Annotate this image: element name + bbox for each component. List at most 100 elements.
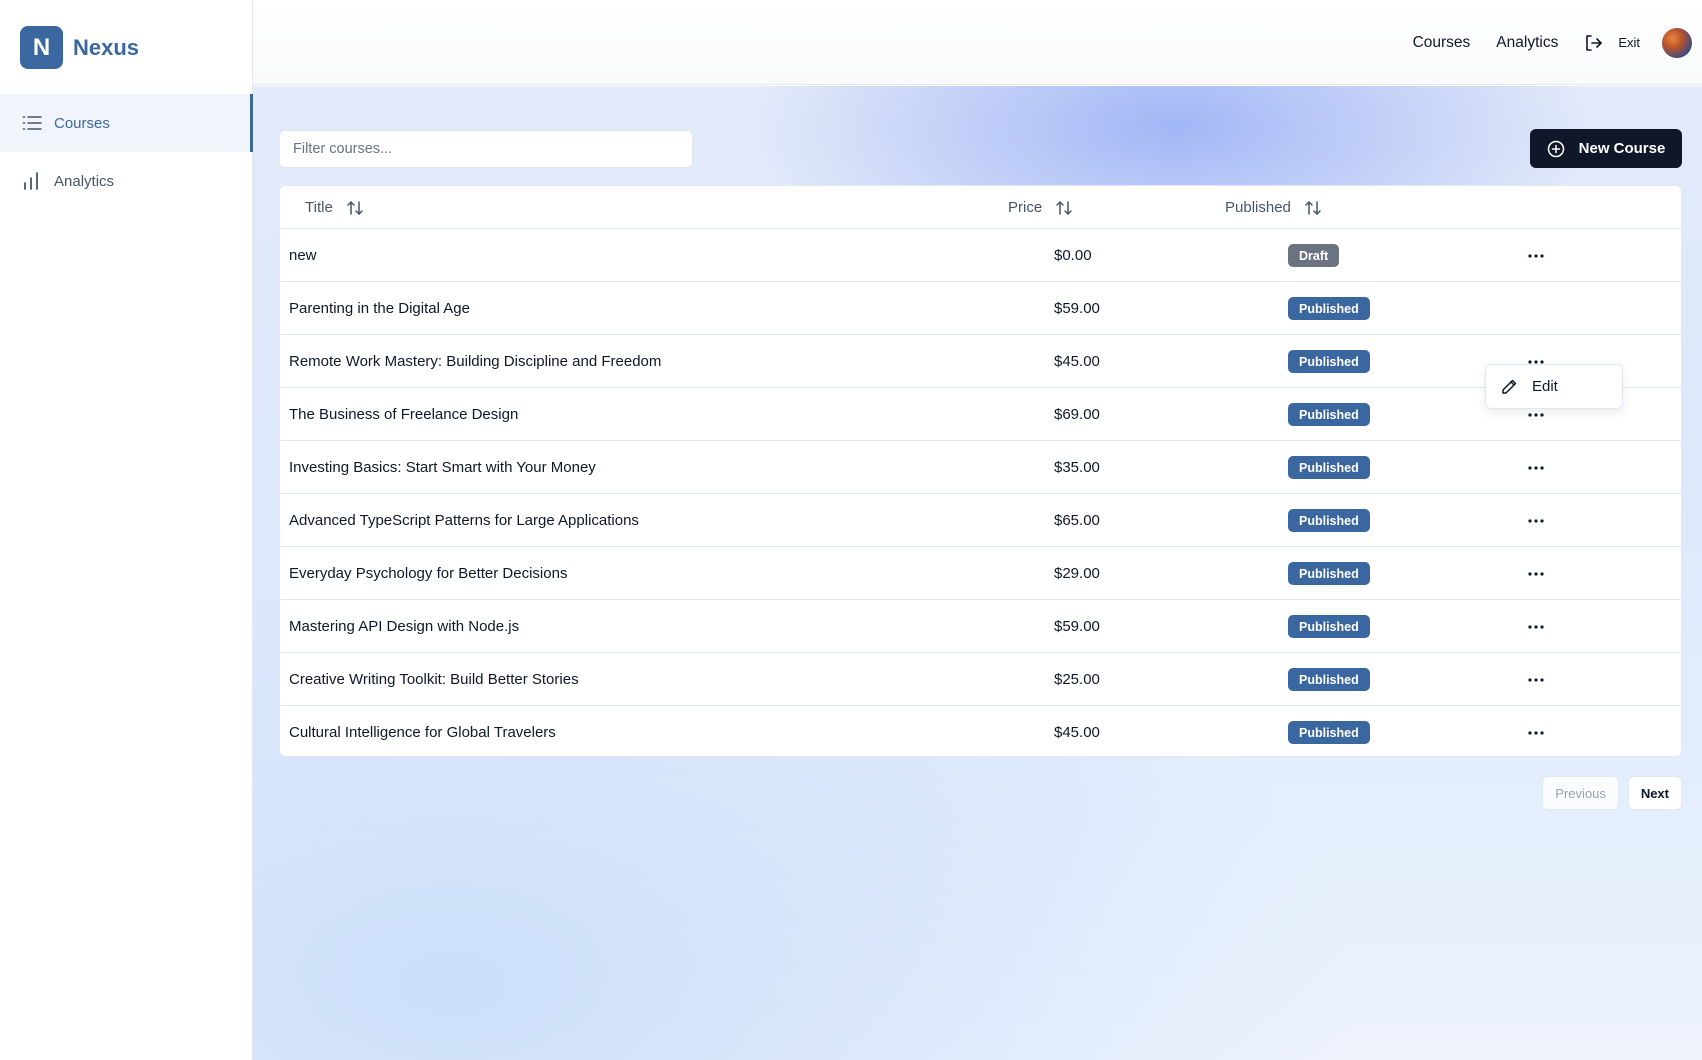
status-cell: Published	[1288, 706, 1370, 756]
course-title: Mastering API Design with Node.js	[289, 618, 520, 635]
table-row: Everyday Psychology for Better Decisions…	[280, 547, 1681, 600]
course-price: $45.00	[1054, 353, 1100, 370]
status-cell: Draft	[1288, 229, 1340, 282]
table-row: Advanced TypeScript Patterns for Large A…	[280, 494, 1681, 547]
table-row: Cultural Intelligence for Global Travele…	[280, 706, 1681, 756]
new-course-label: New Course	[1578, 140, 1666, 157]
column-label: Published	[1225, 199, 1291, 216]
brand[interactable]: N Nexus	[20, 26, 139, 69]
course-title: Parenting in the Digital Age	[289, 300, 470, 317]
top-header: Courses Analytics Exit	[253, 0, 1702, 85]
status-cell: Published	[1288, 282, 1370, 335]
sort-icon	[347, 200, 363, 216]
status-badge: Published	[1288, 350, 1370, 373]
column-header-price[interactable]: Price	[1008, 186, 1072, 229]
course-price: $65.00	[1054, 512, 1100, 529]
brand-logo: N	[20, 26, 63, 69]
plus-circle-icon	[1547, 140, 1565, 158]
status-cell: Published	[1288, 547, 1370, 600]
exit-label: Exit	[1618, 35, 1640, 50]
row-actions-button[interactable]	[1518, 600, 1554, 653]
column-label: Title	[305, 199, 333, 216]
status-badge: Published	[1288, 509, 1370, 532]
sidebar-item-courses[interactable]: Courses	[0, 94, 253, 152]
more-horizontal-icon	[1528, 571, 1544, 576]
sidebar-item-label: Courses	[54, 114, 110, 132]
course-title: new	[289, 247, 317, 264]
more-horizontal-icon	[1528, 359, 1544, 364]
list-icon	[22, 113, 42, 133]
table-header: Title Price Published	[280, 186, 1681, 229]
status-badge: Published	[1288, 668, 1370, 691]
course-title: Cultural Intelligence for Global Travele…	[289, 724, 556, 741]
course-title: Everyday Psychology for Better Decisions	[289, 565, 568, 582]
courses-table: Title Price Published new $0.00 Draft Pa…	[279, 185, 1682, 757]
course-price: $35.00	[1054, 459, 1100, 476]
sidebar-item-analytics[interactable]: Analytics	[0, 152, 253, 210]
header-link-analytics[interactable]: Analytics	[1496, 34, 1558, 52]
more-horizontal-icon	[1528, 253, 1544, 258]
course-title: Creative Writing Toolkit: Build Better S…	[289, 671, 579, 688]
row-actions-button[interactable]	[1518, 547, 1554, 600]
more-horizontal-icon	[1528, 624, 1544, 629]
course-price: $0.00	[1054, 247, 1092, 264]
row-actions-button[interactable]	[1518, 706, 1554, 756]
course-price: $59.00	[1054, 300, 1100, 317]
status-badge: Published	[1288, 297, 1370, 320]
status-cell: Published	[1288, 494, 1370, 547]
status-badge: Published	[1288, 615, 1370, 638]
more-horizontal-icon	[1528, 412, 1544, 417]
row-actions-button[interactable]	[1518, 441, 1554, 494]
pagination: Previous Next	[1542, 776, 1682, 810]
row-actions-button[interactable]	[1518, 653, 1554, 706]
more-horizontal-icon	[1528, 730, 1544, 735]
course-title: Advanced TypeScript Patterns for Large A…	[289, 512, 639, 529]
header-nav: Courses Analytics Exit	[1413, 0, 1702, 85]
filter-input[interactable]	[279, 130, 693, 168]
sidebar-item-label: Analytics	[54, 172, 115, 190]
status-cell: Published	[1288, 441, 1370, 494]
course-title: The Business of Freelance Design	[289, 406, 519, 423]
exit-button[interactable]: Exit	[1584, 34, 1640, 52]
bar-chart-icon	[22, 171, 42, 191]
course-price: $69.00	[1054, 406, 1100, 423]
brand-name: Nexus	[73, 34, 140, 60]
course-title: Investing Basics: Start Smart with Your …	[289, 459, 596, 476]
row-actions-button[interactable]	[1518, 229, 1554, 282]
next-page-button[interactable]: Next	[1627, 776, 1682, 810]
status-badge: Published	[1288, 456, 1370, 479]
table-row: Parenting in the Digital Age $59.00 Publis…	[280, 282, 1681, 335]
avatar[interactable]	[1662, 27, 1692, 58]
logout-icon	[1584, 34, 1603, 52]
row-actions-button[interactable]	[1518, 494, 1554, 547]
status-cell: Published	[1288, 653, 1370, 706]
table-row: Creative Writing Toolkit: Build Better S…	[280, 653, 1681, 706]
previous-page-button[interactable]: Previous	[1542, 776, 1619, 810]
more-horizontal-icon	[1528, 677, 1544, 682]
table-row: new $0.00 Draft	[280, 229, 1681, 282]
column-label: Price	[1008, 199, 1043, 216]
table-row: Investing Basics: Start Smart with Your …	[280, 441, 1681, 494]
status-badge: Published	[1288, 562, 1370, 585]
new-course-button[interactable]: New Course	[1530, 129, 1682, 168]
status-badge: Published	[1288, 403, 1370, 426]
course-title: Remote Work Mastery: Building Discipline…	[289, 353, 662, 370]
table-body: new $0.00 Draft Parenting in the Digital Ag…	[280, 229, 1681, 756]
main-content: New Course Title Price	[253, 86, 1702, 1060]
course-price: $45.00	[1054, 724, 1100, 741]
column-header-published[interactable]: Published	[1225, 186, 1321, 229]
sort-icon	[1056, 200, 1072, 216]
more-horizontal-icon	[1528, 465, 1544, 470]
status-cell: Published	[1288, 335, 1370, 388]
column-header-title[interactable]: Title	[305, 186, 363, 229]
status-cell: Published	[1288, 388, 1370, 441]
row-action-menu: Edit	[1485, 364, 1623, 409]
more-horizontal-icon	[1528, 518, 1544, 523]
course-price: $25.00	[1054, 671, 1100, 688]
course-price: $59.00	[1054, 618, 1100, 635]
table-row: Remote Work Mastery: Building Discipline…	[280, 335, 1681, 388]
table-row: Mastering API Design with Node.js $59.00 P…	[280, 600, 1681, 653]
header-link-courses[interactable]: Courses	[1413, 34, 1471, 52]
edit-menu-item[interactable]: Edit	[1532, 378, 1558, 395]
sidebar-nav: Courses Analytics	[0, 94, 253, 210]
